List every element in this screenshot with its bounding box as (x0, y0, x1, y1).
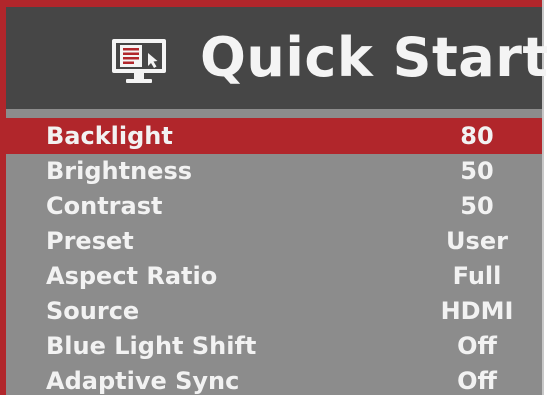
menu-item-label: Aspect Ratio (46, 262, 218, 290)
osd-menu: Quick Start Backlight 80 Brightness 50 C… (0, 0, 554, 395)
menu-item-label: Brightness (46, 157, 193, 185)
menu-item-source[interactable]: Source HDMI (6, 293, 542, 329)
menu-item-value: User (446, 227, 508, 255)
menu-item-label: Adaptive Sync (46, 367, 240, 395)
menu-item-contrast[interactable]: Contrast 50 (6, 188, 542, 224)
page-title: Quick Start (200, 26, 549, 89)
menu-item-value: Off (457, 367, 497, 395)
menu-item-preset[interactable]: Preset User (6, 223, 542, 259)
monitor-menu-icon (112, 39, 166, 83)
menu-item-value: HDMI (440, 297, 514, 325)
frame-top-border (6, 0, 542, 7)
osd-header: Quick Start (6, 7, 548, 109)
menu-item-aspect-ratio[interactable]: Aspect Ratio Full (6, 258, 542, 294)
menu-item-label: Source (46, 297, 140, 325)
menu-item-value: 50 (460, 192, 494, 220)
menu-item-value: Off (457, 332, 497, 360)
menu-item-label: Blue Light Shift (46, 332, 257, 360)
menu-item-blue-light-shift[interactable]: Blue Light Shift Off (6, 328, 542, 364)
settings-menu: Backlight 80 Brightness 50 Contrast 50 P… (6, 109, 542, 395)
menu-item-backlight[interactable]: Backlight 80 (6, 118, 542, 154)
menu-item-label: Contrast (46, 192, 163, 220)
menu-item-brightness[interactable]: Brightness 50 (6, 153, 542, 189)
menu-item-value: 50 (460, 157, 494, 185)
menu-item-label: Backlight (46, 122, 173, 150)
menu-item-adaptive-sync[interactable]: Adaptive Sync Off (6, 363, 542, 399)
menu-item-value: 80 (460, 122, 494, 150)
menu-item-value: Full (452, 262, 502, 290)
menu-item-label: Preset (46, 227, 134, 255)
